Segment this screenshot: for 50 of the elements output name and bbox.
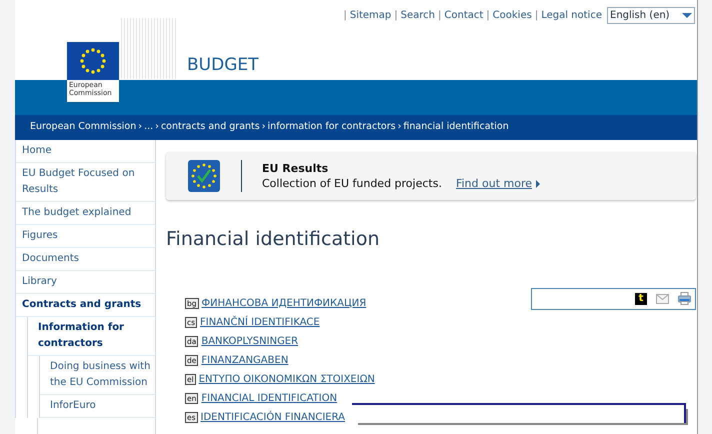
sidebar-item[interactable]: EU Budget Focused on Results (16, 163, 155, 202)
breadcrumb-link[interactable]: ... (144, 120, 154, 135)
breadcrumb-link[interactable]: information for contractors (268, 120, 396, 135)
separator: | (343, 9, 347, 23)
top-link[interactable]: Search (400, 8, 436, 23)
sidebar-item[interactable]: The budget explained (16, 202, 155, 225)
language-link[interactable]: FINANČNÍ IDENTIFIKACE (200, 315, 320, 330)
find-out-more-link[interactable]: Find out more (456, 176, 532, 191)
breadcrumb-separator: › (262, 120, 266, 134)
sidebar-item[interactable]: Home (16, 140, 155, 163)
sidebar-item[interactable]: InforEuro (40, 395, 155, 418)
language-link[interactable]: IDENTIFICACIÓN FINANCIERA (200, 410, 345, 425)
breadcrumb-link[interactable]: contracts and grants (160, 120, 260, 135)
separator: | (438, 9, 442, 23)
sidebar-item[interactable]: Library (16, 271, 155, 294)
language-select[interactable]: English (en) (607, 7, 695, 24)
separator: | (394, 9, 398, 23)
language-link[interactable]: FINANZANGABEN (201, 353, 288, 368)
building-drawing (121, 18, 177, 79)
page-title: Financial identification (166, 227, 380, 252)
print-icon[interactable] (678, 292, 691, 305)
site-title: BUDGET (187, 54, 258, 76)
top-link[interactable]: Contact (444, 8, 484, 23)
sidebar-item[interactable]: Doing business with the EU Commission (40, 356, 155, 395)
breadcrumb-separator: › (398, 120, 402, 134)
sidebar-item[interactable]: Contracts and grants (16, 294, 155, 317)
separator: | (534, 9, 538, 23)
breadcrumb-separator: › (155, 120, 159, 134)
language-link[interactable]: ΕΝΤΥΠΟ ΟΙΚΟΝΟΜΙΚΩΝ ΣΤΟΙΧΕΙΩΝ (198, 372, 375, 387)
eu-flag-check-icon (188, 160, 220, 192)
mail-icon[interactable] (656, 294, 669, 304)
language-link[interactable]: ФИНАНСОВА ИДЕНТИФИКАЦИЯ (202, 296, 366, 311)
share-button[interactable]: t (635, 292, 647, 304)
dropdown-arrow-icon (682, 13, 692, 18)
sidebar-item[interactable]: Documents (16, 248, 155, 271)
top-link[interactable]: Cookies (492, 8, 532, 23)
caret-icon (536, 180, 540, 188)
breadcrumb-separator: › (138, 120, 142, 134)
top-link[interactable]: Legal notice (541, 8, 602, 23)
sidebar-item[interactable]: Information for contractors (28, 317, 155, 356)
language-link[interactable]: BANKOPLYSNINGER (201, 334, 298, 349)
language-link[interactable]: FINANCIAL IDENTIFICATION (201, 391, 338, 406)
sidebar-item[interactable]: Figures (16, 225, 155, 248)
breadcrumb-link[interactable]: European Commission (30, 120, 136, 135)
separator: | (486, 9, 490, 23)
banner-text: Collection of EU funded projects. (262, 176, 442, 191)
stars-circle-icon (78, 46, 108, 76)
banner-title: EU Results (262, 161, 330, 176)
top-link[interactable]: Sitemap (350, 8, 392, 23)
breadcrumb-link[interactable]: financial identification (403, 120, 509, 135)
